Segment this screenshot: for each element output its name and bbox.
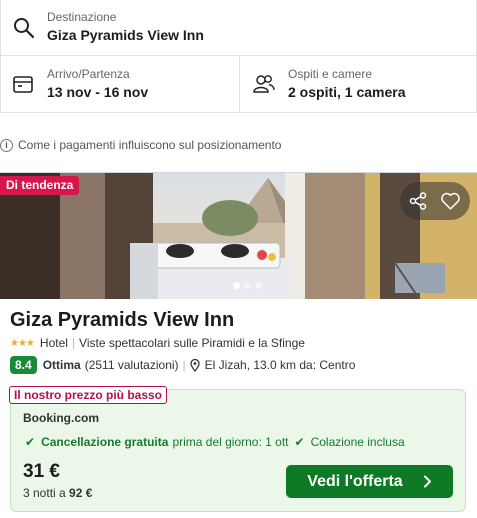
free-cancellation: Cancellazione gratuita xyxy=(41,435,169,449)
guests-label: Ospiti e camere xyxy=(288,67,373,81)
dates-field[interactable]: Arrivo/Partenza 13 nov - 16 nov xyxy=(1,56,240,113)
lowest-price-tag: Il nostro prezzo più basso xyxy=(9,386,168,404)
nights-prefix: 3 notti a xyxy=(23,486,66,500)
guests-value: 2 ospiti, 1 camera xyxy=(288,84,406,100)
hotel-meta: ★★★ Hotel | Viste spettacolari sulle Pir… xyxy=(10,336,305,350)
nightly-price: 31 € xyxy=(23,461,60,482)
pagination-dot[interactable] xyxy=(233,282,240,289)
destination-field[interactable]: Destinazione Giza Pyramids View Inn xyxy=(1,0,477,56)
total-price: 3 notti a 92 € xyxy=(23,486,92,500)
ranking-info-link[interactable]: i Come i pagamenti influiscono sul posiz… xyxy=(0,136,281,154)
breakfast-included: Colazione inclusa xyxy=(310,435,405,449)
hotel-name[interactable]: Giza Pyramids View Inn xyxy=(10,309,234,332)
guests-field[interactable]: Ospiti e camere 2 ospiti, 1 camera xyxy=(240,56,477,113)
cancellation-deadline: prima del giorno: 1 ott xyxy=(172,435,289,449)
chevron-right-icon xyxy=(423,475,431,488)
trending-badge: Di tendenza xyxy=(0,176,80,195)
photo-pagination xyxy=(233,282,262,289)
share-icon[interactable] xyxy=(409,192,427,210)
deal-perks: ✔ Cancellazione gratuita prima del giorn… xyxy=(25,435,405,449)
heart-icon[interactable] xyxy=(440,191,461,211)
star-rating: ★★★ xyxy=(10,337,35,349)
separator: | xyxy=(71,336,76,350)
ranking-info-text: Come i pagamenti influiscono sul posizio… xyxy=(18,138,282,152)
info-icon: i xyxy=(0,138,13,152)
destination-value: Giza Pyramids View Inn xyxy=(47,27,204,43)
search-summary: Destinazione Giza Pyramids View Inn Arri… xyxy=(0,0,477,113)
hotel-location: El Jizah, 13.0 km da: Centro xyxy=(204,358,356,372)
search-icon xyxy=(14,18,35,39)
pin-icon xyxy=(190,358,200,372)
pagination-dot[interactable] xyxy=(244,282,251,289)
check-icon: ✔ xyxy=(294,435,305,449)
photo-actions xyxy=(400,182,470,220)
property-type: Hotel xyxy=(39,336,68,350)
review-count[interactable]: (2511 valutazioni) xyxy=(85,358,179,372)
dates-label: Arrivo/Partenza xyxy=(47,67,130,81)
nights-total: 92 € xyxy=(69,486,93,500)
guests-icon xyxy=(253,75,275,93)
score-label: Ottima xyxy=(42,358,81,372)
rating-row: 8.4 Ottima (2511 valutazioni) | El Jizah… xyxy=(10,356,355,374)
hotel-highlight: Viste spettacolari sulle Piramidi e la S… xyxy=(79,336,305,350)
separator: | xyxy=(182,358,186,372)
deal-provider: Booking.com xyxy=(23,411,100,425)
view-deal-label: Vedi l'offerta xyxy=(307,472,403,490)
view-deal-button[interactable]: Vedi l'offerta xyxy=(286,465,453,498)
calendar-icon xyxy=(13,76,33,93)
review-score: 8.4 xyxy=(10,356,37,374)
check-icon: ✔ xyxy=(25,435,36,449)
destination-label: Destinazione xyxy=(47,10,117,24)
dates-value: 13 nov - 16 nov xyxy=(47,84,149,100)
pagination-dot[interactable] xyxy=(255,282,262,289)
